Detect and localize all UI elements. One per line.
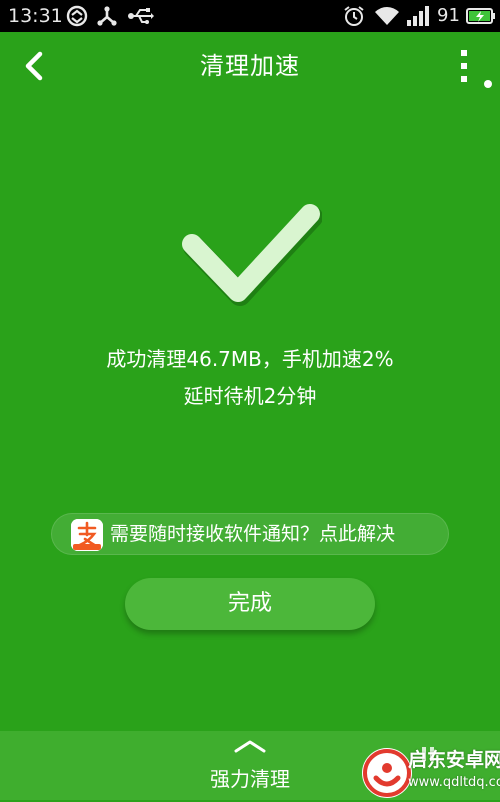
wifi-icon <box>375 7 399 25</box>
cleanup-result-text: 成功清理46.7MB，手机加速2% <box>106 347 394 371</box>
app-header: 清理加速 <box>0 32 500 100</box>
notification-dot <box>484 80 492 88</box>
standby-extension-text: 延时待机2分钟 <box>183 384 317 408</box>
status-bar: 13:31 91 <box>0 0 500 32</box>
chevron-up-icon <box>234 740 266 753</box>
battery-level: 91 <box>437 5 460 26</box>
page-title: 清理加速 <box>200 52 300 80</box>
watermark-logo-icon <box>362 748 412 798</box>
sync-icon <box>66 5 88 27</box>
notification-fix-text: 需要随时接收软件通知？点此解决 <box>110 523 396 545</box>
signal-icon <box>407 6 429 26</box>
done-button[interactable]: 完成 <box>125 578 375 630</box>
site-watermark: 启东安卓网 www.qdltdq.com <box>362 744 500 800</box>
battery-charging-icon <box>466 8 495 24</box>
notification-fix-banner[interactable]: 需要随时接收软件通知？点此解决 <box>51 513 449 555</box>
watermark-url: www.qdltdq.com <box>408 775 500 790</box>
usb-debug-icon <box>97 6 117 26</box>
usb-icon <box>128 8 154 24</box>
more-vertical-icon <box>461 50 467 82</box>
alipay-app-icon <box>71 519 103 551</box>
more-menu-button[interactable] <box>452 46 478 86</box>
checkmark-icon <box>182 204 322 306</box>
watermark-title: 启东安卓网 <box>408 749 500 771</box>
status-time: 13:31 <box>8 5 63 27</box>
alarm-icon <box>344 6 364 26</box>
